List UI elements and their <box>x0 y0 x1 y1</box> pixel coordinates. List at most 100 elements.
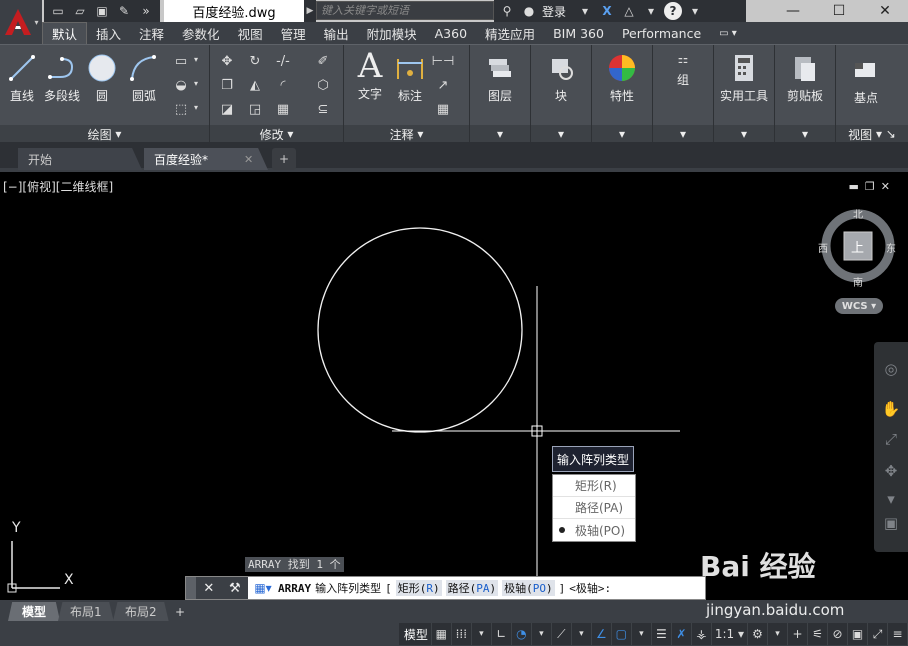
drawing-canvas[interactable]: [−][俯视][二维线框] ▬ ❐ ✕ Y X 北 南 西 东 上 WCS ▾ … <box>0 176 908 600</box>
offset-icon[interactable]: ⊆ <box>312 99 334 119</box>
maximize-button[interactable]: ☐ <box>816 0 862 22</box>
ribbon-tab-10[interactable]: BIM 360 <box>544 22 613 44</box>
ribbon-tab-2[interactable]: 注释 <box>130 22 173 44</box>
ribbon-tab-3[interactable]: 参数化 <box>173 22 229 44</box>
table-icon[interactable]: ▦ <box>432 99 454 119</box>
a360-icon[interactable]: △ <box>620 2 638 20</box>
polar-tracking-icon[interactable]: ◔ <box>512 623 532 645</box>
units-icon[interactable]: ⚟ <box>808 623 828 645</box>
application-menu-button[interactable]: ▾ <box>0 0 42 44</box>
close-command-line-icon[interactable]: ✕ <box>203 581 214 596</box>
new-file-icon[interactable]: ▭ <box>48 2 68 20</box>
binoculars-icon[interactable]: ⚲ <box>498 2 516 20</box>
ortho-icon[interactable]: ∟ <box>492 623 512 645</box>
compass-north[interactable]: 北 <box>853 206 863 221</box>
ribbon-tab-5[interactable]: 管理 <box>272 22 315 44</box>
circle-tool[interactable]: 圆 <box>80 51 124 104</box>
ribbon-tab-9[interactable]: 精选应用 <box>476 22 544 44</box>
hatch-icon[interactable]: ◒ <box>170 75 192 95</box>
mirror-icon[interactable]: ◭ <box>244 75 266 95</box>
ribbon-tab-6[interactable]: 输出 <box>315 22 358 44</box>
trim-icon[interactable]: -/- <box>272 51 294 71</box>
clipboard-panel-dropdown[interactable]: ▾ <box>775 125 835 143</box>
viewcube-top-face[interactable]: 上 <box>851 237 864 256</box>
compass-east[interactable]: 东 <box>886 240 896 255</box>
search-input[interactable]: 键入关键字或短语 <box>316 1 494 20</box>
snap-dropdown-icon[interactable]: ▾ <box>472 623 492 645</box>
boundary-icon[interactable]: ⬚ <box>170 99 192 119</box>
recent-commands-icon[interactable]: ▦▾ <box>248 577 278 599</box>
array-icon[interactable]: ▦ <box>272 99 294 119</box>
viewcube[interactable]: 北 南 西 东 上 <box>818 206 898 289</box>
ribbon-tab-4[interactable]: 视图 <box>229 22 272 44</box>
ribbon-tab-1[interactable]: 插入 <box>87 22 130 44</box>
annotation-visibility-icon[interactable]: ✗ <box>672 623 692 645</box>
title-arrow-icon[interactable]: ▶ <box>304 0 316 22</box>
command-prompt-text[interactable]: ARRAY 输入阵列类型 [ 矩形(R) 路径(PA) 极轴(PO) ] <极轴… <box>278 580 611 596</box>
annotation-scale[interactable]: 1:1 ▾ <box>712 623 748 645</box>
ribbon-tab-11[interactable]: Performance <box>613 22 710 44</box>
copy-icon[interactable]: ❐ <box>216 75 238 95</box>
help-icon[interactable]: ? <box>664 2 683 20</box>
close-tab-icon[interactable]: ✕ <box>244 153 253 166</box>
option-path[interactable]: 路径(PA) <box>445 580 499 596</box>
explode-icon[interactable]: ⬡ <box>312 75 334 95</box>
dynamic-option-0[interactable]: 矩形(R) <box>553 475 635 497</box>
close-button[interactable]: ✕ <box>862 0 908 22</box>
command-line-grip-icon[interactable] <box>186 577 196 599</box>
object-snap-tracking-icon[interactable]: ∠ <box>592 623 612 645</box>
tab-start[interactable]: 开始 <box>18 148 142 170</box>
draw-panel-title[interactable]: 绘图 ▾ <box>0 125 209 143</box>
leader-icon[interactable]: ↗ <box>432 75 454 95</box>
layers-tool[interactable]: 图层 <box>478 51 522 104</box>
zoom-extents-icon[interactable]: ⤢ <box>880 428 902 450</box>
ribbon-options-icon[interactable]: ▭ ▾ <box>710 22 746 44</box>
stretch-icon[interactable]: ◪ <box>216 99 238 119</box>
command-line[interactable]: ✕ ⚒ ▦▾ ARRAY 输入阵列类型 [ 矩形(R) 路径(PA) 极轴(PO… <box>185 576 706 600</box>
rotate-icon[interactable]: ↻ <box>244 51 266 71</box>
orbit-icon[interactable]: ✥ <box>880 460 902 482</box>
tab-layout2[interactable]: 布局2 <box>113 602 169 621</box>
compass-south[interactable]: 南 <box>853 274 863 289</box>
user-icon[interactable]: ● <box>520 2 538 20</box>
autoscale-icon[interactable]: ⚶ <box>692 623 712 645</box>
properties-tool[interactable]: 特性 <box>600 51 644 104</box>
arc-tool[interactable]: 圆弧 <box>122 51 166 104</box>
dropdown-chevron-icon[interactable]: ▾ <box>686 2 704 20</box>
move-icon[interactable]: ✥ <box>216 51 238 71</box>
block-tool[interactable]: 块 <box>539 51 583 104</box>
minimize-button[interactable]: — <box>770 0 816 22</box>
view-panel-title[interactable]: 视图 ▾ ↘ <box>836 125 908 143</box>
erase-icon[interactable]: ✐ <box>312 51 334 71</box>
drawn-circle[interactable] <box>317 227 523 433</box>
login-link[interactable]: 登录 <box>542 3 566 20</box>
clipboard-tool[interactable]: 剪贴板 <box>783 51 827 104</box>
option-rectangular[interactable]: 矩形(R) <box>395 580 442 596</box>
rectangle-dropdown-icon[interactable]: ▾ <box>194 55 198 64</box>
workspace-dropdown-icon[interactable]: ▾ <box>768 623 788 645</box>
line-tool[interactable]: 直线 <box>0 51 44 104</box>
tab-current-drawing[interactable]: 百度经验* ✕ <box>144 148 268 170</box>
ribbon-tab-7[interactable]: 附加模块 <box>358 22 426 44</box>
boundary-dropdown-icon[interactable]: ▾ <box>194 103 198 112</box>
pan-hand-icon[interactable]: ✋ <box>880 398 902 420</box>
polyline-tool[interactable]: 多段线 <box>40 51 84 104</box>
utilities-tool[interactable]: 实用工具 <box>720 51 768 104</box>
text-tool[interactable]: A 文字 <box>348 46 392 102</box>
compass-west[interactable]: 西 <box>818 240 828 255</box>
base-point-tool[interactable]: 基点 <box>844 53 888 106</box>
groups-tool[interactable]: ⚏ 组 <box>661 49 705 88</box>
dimension-tool[interactable]: 标注 <box>388 51 432 104</box>
tab-layout1[interactable]: 布局1 <box>58 602 114 621</box>
modify-panel-title[interactable]: 修改 ▾ <box>210 125 343 143</box>
annotation-panel-title[interactable]: 注释 ▾ <box>344 125 469 143</box>
save-icon[interactable]: ▣ <box>92 2 112 20</box>
customize-wrench-icon[interactable]: ⚒ <box>229 581 241 596</box>
open-folder-icon[interactable]: ▱ <box>70 2 90 20</box>
hardware-acceleration-icon[interactable]: ▣ <box>848 623 868 645</box>
add-layout-button[interactable]: + <box>170 602 190 621</box>
object-snap-icon[interactable]: ▢ <box>612 623 632 645</box>
fillet-icon[interactable]: ◜ <box>272 75 294 95</box>
wcs-menu[interactable]: WCS ▾ <box>835 298 883 314</box>
groups-panel-dropdown[interactable]: ▾ <box>653 125 713 143</box>
